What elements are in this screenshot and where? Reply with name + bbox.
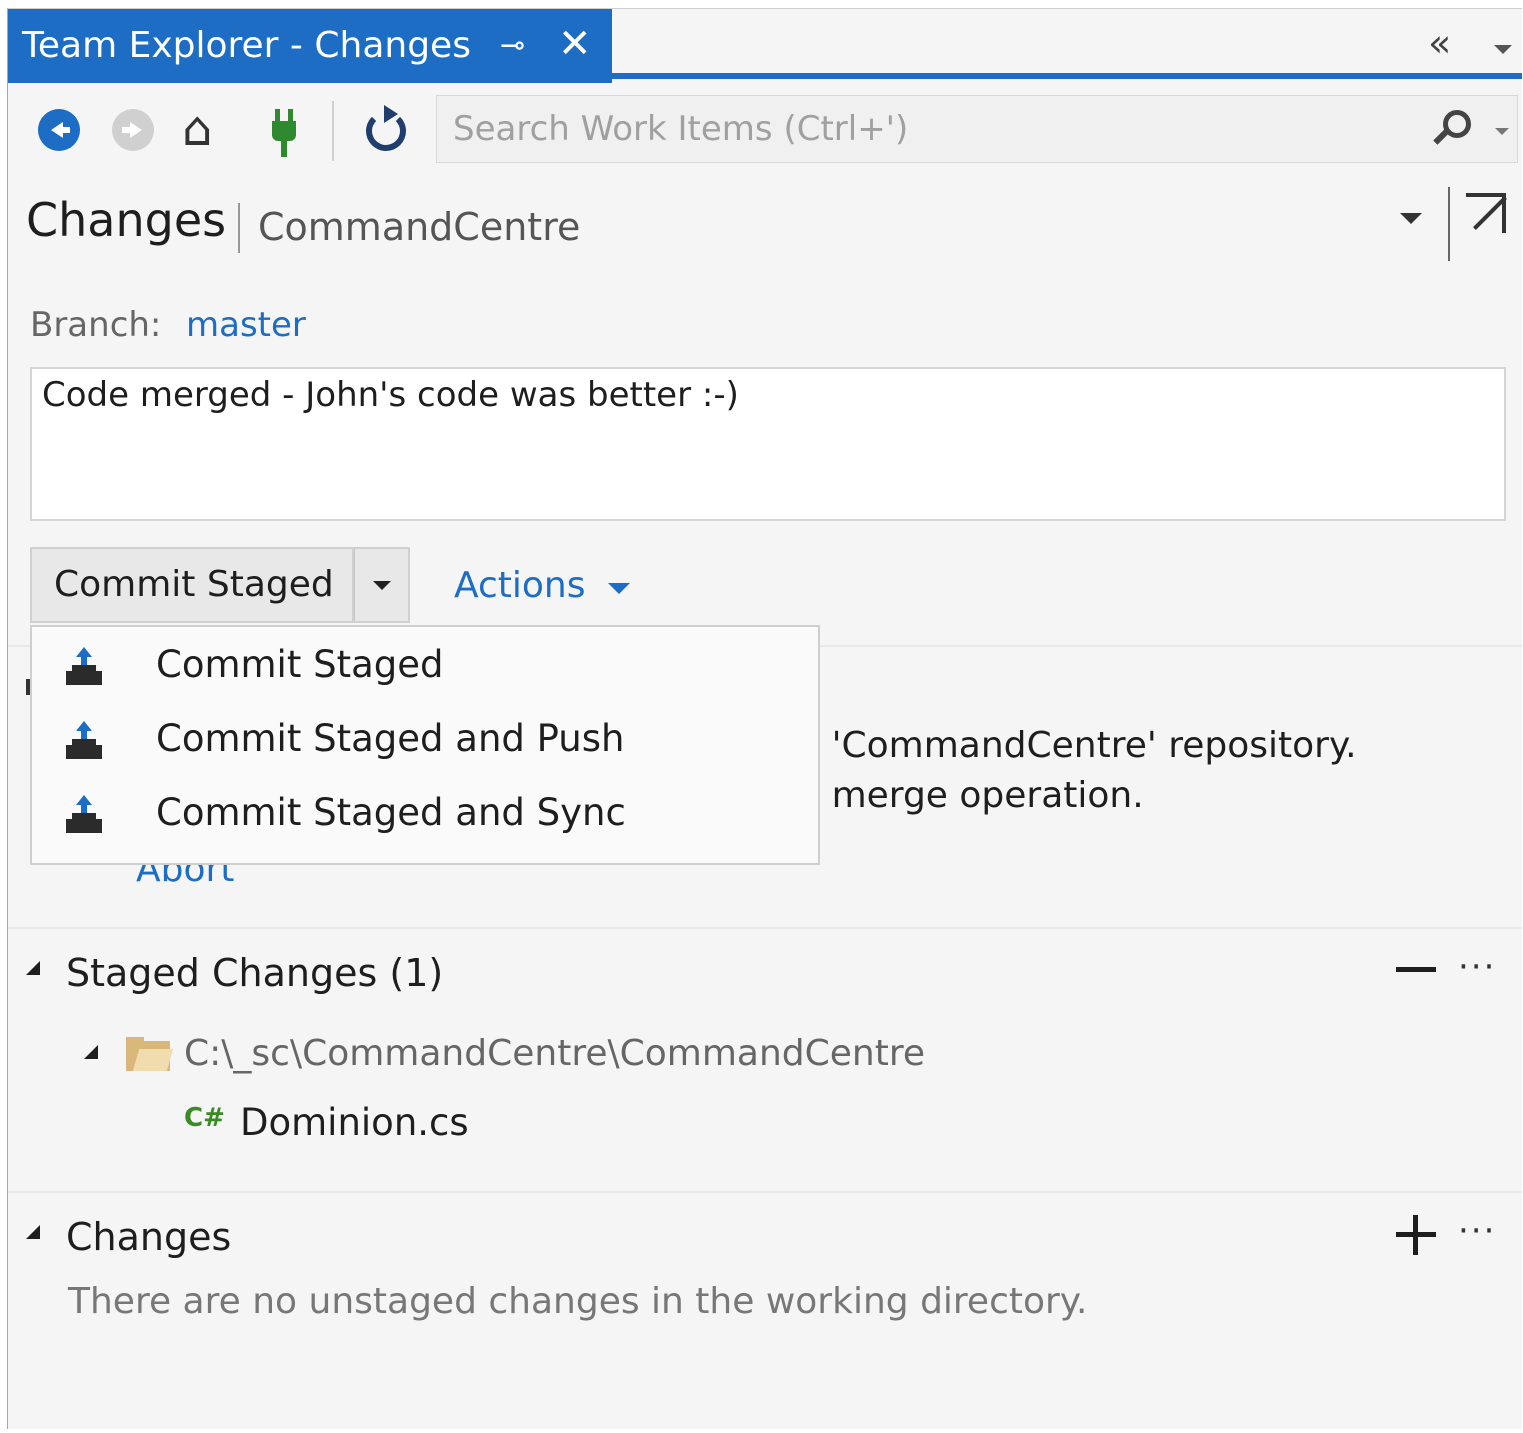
merge-notice-line-2: : merge operation. <box>808 775 1144 816</box>
title-bar: Team Explorer - Changes ⊸ ✕ « <box>8 9 1522 83</box>
csharp-file-icon: C# <box>184 1103 225 1133</box>
menu-item-label: Commit Staged and Push <box>156 717 625 760</box>
window-title: Team Explorer - Changes <box>22 25 471 66</box>
pin-icon[interactable]: ⊸ <box>500 9 525 83</box>
menu-item-commit-staged-and-push[interactable]: Commit Staged and Push <box>32 707 818 779</box>
staged-more-icon[interactable]: ··· <box>1458 947 1496 987</box>
commit-message-field[interactable]: Code merged - John's code was better :-) <box>30 367 1506 521</box>
staged-changes-expander-icon[interactable] <box>26 961 40 975</box>
search-input[interactable] <box>453 96 1393 162</box>
toolbar-separator <box>332 101 334 161</box>
changes-expander-icon[interactable] <box>26 1225 40 1239</box>
toolbar: ⌂ <box>8 83 1522 173</box>
back-icon[interactable] <box>38 109 80 151</box>
refresh-icon[interactable] <box>362 105 406 151</box>
title-accent-bar <box>612 73 1522 79</box>
title-separator <box>238 203 240 253</box>
window-tab[interactable]: Team Explorer - Changes ⊸ ✕ <box>8 9 612 83</box>
forward-icon[interactable] <box>112 109 154 151</box>
header-separator <box>1448 187 1450 261</box>
collapse-icon[interactable]: « <box>1428 21 1451 65</box>
folder-icon <box>126 1037 174 1071</box>
window-menu-dropdown-icon[interactable] <box>1494 45 1512 54</box>
commit-sync-icon <box>66 795 102 837</box>
staged-file-item[interactable]: Dominion.cs <box>240 1101 469 1144</box>
team-explorer-panel: Team Explorer - Changes ⊸ ✕ « ⌂ Changes … <box>7 8 1522 1429</box>
menu-item-label: Commit Staged <box>156 643 444 686</box>
commit-push-icon <box>66 721 102 763</box>
merge-notice-line-1: : 'CommandCentre' repository. <box>808 725 1357 766</box>
page-subtitle: CommandCentre <box>258 205 581 249</box>
home-icon[interactable]: ⌂ <box>182 99 212 159</box>
branch-link[interactable]: master <box>186 305 306 345</box>
actions-link[interactable]: Actions <box>454 565 586 606</box>
commit-dropdown-button[interactable] <box>354 547 410 623</box>
commit-staged-button[interactable]: Commit Staged <box>30 547 354 623</box>
actions-dropdown-icon[interactable] <box>608 583 630 594</box>
folder-path[interactable]: C:\_sc\CommandCentre\CommandCentre <box>184 1033 925 1074</box>
changes-more-icon[interactable]: ··· <box>1458 1211 1496 1251</box>
section-divider <box>8 1191 1522 1193</box>
no-changes-message: There are no unstaged changes in the wor… <box>68 1281 1088 1322</box>
unstage-all-icon[interactable] <box>1396 967 1436 972</box>
page-title: Changes <box>26 193 227 247</box>
commit-icon <box>66 647 102 689</box>
page-navigation-dropdown-icon[interactable] <box>1400 213 1422 224</box>
close-icon[interactable]: ✕ <box>558 9 592 81</box>
chevron-down-icon <box>373 581 391 590</box>
stage-all-icon[interactable] <box>1396 1215 1436 1255</box>
changes-title: Changes <box>66 1215 232 1259</box>
folder-expander-icon[interactable] <box>84 1045 98 1059</box>
section-divider <box>8 927 1522 929</box>
staged-changes-title: Staged Changes (1) <box>66 951 444 995</box>
undock-icon[interactable] <box>1466 193 1507 233</box>
connect-icon[interactable] <box>266 107 302 159</box>
search-icon[interactable] <box>1429 110 1471 154</box>
menu-item-commit-staged-and-sync[interactable]: Commit Staged and Sync <box>32 781 818 853</box>
menu-item-label: Commit Staged and Sync <box>156 791 626 834</box>
branch-label: Branch: <box>30 305 162 345</box>
commit-dropdown-menu: Commit Staged Commit Staged and Push Com… <box>30 625 820 865</box>
search-box <box>436 95 1518 163</box>
search-options-dropdown-icon[interactable] <box>1495 128 1509 135</box>
menu-item-commit-staged[interactable]: Commit Staged <box>32 633 818 705</box>
